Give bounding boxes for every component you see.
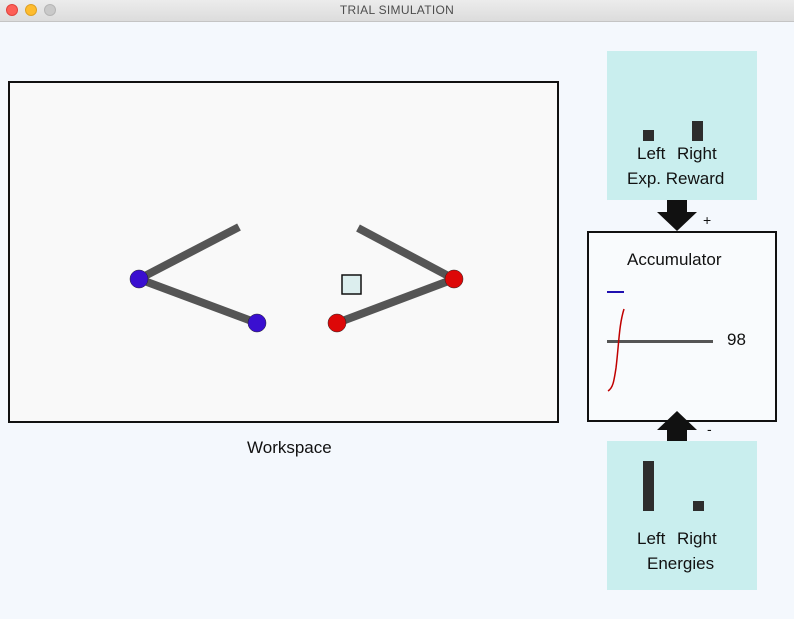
window-title: TRIAL SIMULATION xyxy=(339,3,455,17)
energy-caption: Energies xyxy=(647,554,715,573)
energy-left-bar xyxy=(643,461,654,511)
energy-left-label: Left xyxy=(637,529,666,548)
accumulator-trace xyxy=(607,308,625,392)
title-bar: TRIAL SIMULATION xyxy=(0,0,794,22)
right-arm-upper-segment xyxy=(356,224,456,283)
expected-reward-panel: Left Right Exp. Reward xyxy=(607,51,757,200)
minus-sign: - xyxy=(707,421,712,437)
energy-right-bar xyxy=(693,501,704,511)
energy-right-label: Right xyxy=(677,529,717,548)
right-shoulder-joint xyxy=(444,269,464,289)
reward-right-bar xyxy=(692,121,703,141)
energy-up-arrow-icon xyxy=(657,411,697,441)
left-hand-joint xyxy=(247,313,267,333)
reward-left-label: Left xyxy=(637,144,666,163)
reward-right-label: Right xyxy=(677,144,717,163)
workspace-canvas[interactable] xyxy=(8,81,559,423)
target-square xyxy=(341,274,362,295)
evidence-trace-line xyxy=(607,308,625,392)
right-hand-joint xyxy=(327,313,347,333)
energies-panel: Left Right Energies xyxy=(607,441,757,590)
plus-sign: + xyxy=(703,212,712,228)
reward-down-arrow-icon xyxy=(657,200,697,231)
left-shoulder-joint xyxy=(129,269,149,289)
left-arm-upper-segment xyxy=(137,223,241,283)
workspace-drawing xyxy=(129,223,464,333)
reward-caption: Exp. Reward xyxy=(627,169,725,188)
accumulator-value: 98 xyxy=(727,330,746,349)
accumulator-panel: Accumulator 98 xyxy=(587,231,777,422)
left-arm-lower-segment xyxy=(137,275,259,327)
workspace-label: Workspace xyxy=(247,438,332,457)
reward-left-bar xyxy=(643,130,654,141)
